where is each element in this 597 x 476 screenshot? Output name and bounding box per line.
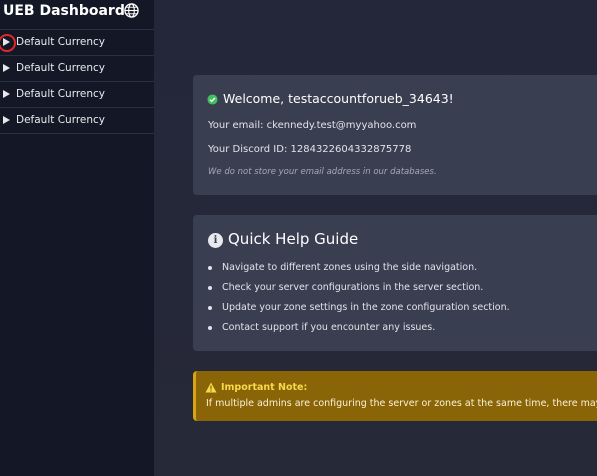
discord-id-text: Your Discord ID: 1284322604332875778 <box>208 144 412 155</box>
list-item: Update your zone settings in the zone co… <box>208 302 510 322</box>
sidebar-item-default-currency[interactable]: Default Currency <box>0 108 154 134</box>
active-highlight-ring <box>0 34 16 52</box>
welcome-title: Welcome, testaccountforueb_34643! <box>223 91 454 106</box>
main-content: Welcome, testaccountforueb_34643! Your e… <box>154 0 597 476</box>
help-list: Navigate to different zones using the si… <box>208 262 510 342</box>
sidebar-item-default-currency[interactable]: Default Currency <box>0 82 154 108</box>
email-text: Your email: ckennedy.test@myyahoo.com <box>208 120 417 131</box>
list-item: Contact support if you encounter any iss… <box>208 322 510 342</box>
app-title: UEB Dashboard <box>3 3 125 19</box>
caret-right-icon <box>3 64 10 72</box>
sidebar-header: UEB Dashboard <box>0 0 154 30</box>
warning-icon <box>205 382 217 393</box>
sidebar-item-default-currency[interactable]: Default Currency <box>0 56 154 82</box>
list-item: Navigate to different zones using the si… <box>208 262 510 282</box>
welcome-card: Welcome, testaccountforueb_34643! Your e… <box>193 75 597 195</box>
important-note-title: Important Note: <box>221 382 308 393</box>
important-note-alert: Important Note: If multiple admins are c… <box>193 371 597 421</box>
bullet <box>208 326 212 330</box>
bullet <box>208 286 212 290</box>
check-circle-icon <box>207 94 218 105</box>
list-item-text: Contact support if you encounter any iss… <box>222 322 436 333</box>
bullet <box>208 306 212 310</box>
caret-right-icon <box>3 116 10 124</box>
bullet <box>208 266 212 270</box>
info-icon: i <box>208 233 223 248</box>
privacy-note: We do not store your email address in ou… <box>208 167 437 177</box>
globe-icon[interactable] <box>124 3 139 18</box>
list-item-text: Navigate to different zones using the si… <box>222 262 478 273</box>
sidebar-item-default-currency[interactable]: Default Currency <box>0 30 154 56</box>
list-item-text: Check your server configurations in the … <box>222 282 484 293</box>
sidebar-item-label: Default Currency <box>16 114 106 126</box>
list-item: Check your server configurations in the … <box>208 282 510 302</box>
caret-right-icon <box>3 90 10 98</box>
sidebar-item-label: Default Currency <box>16 36 106 48</box>
sidebar: UEB Dashboard Default Currency Default C… <box>0 0 154 476</box>
help-title: Quick Help Guide <box>228 230 359 248</box>
help-card: i Quick Help Guide Navigate to different… <box>193 215 597 351</box>
important-note-text: If multiple admins are configuring the s… <box>206 398 597 409</box>
sidebar-item-label: Default Currency <box>16 88 106 100</box>
list-item-text: Update your zone settings in the zone co… <box>222 302 510 313</box>
sidebar-item-label: Default Currency <box>16 62 106 74</box>
